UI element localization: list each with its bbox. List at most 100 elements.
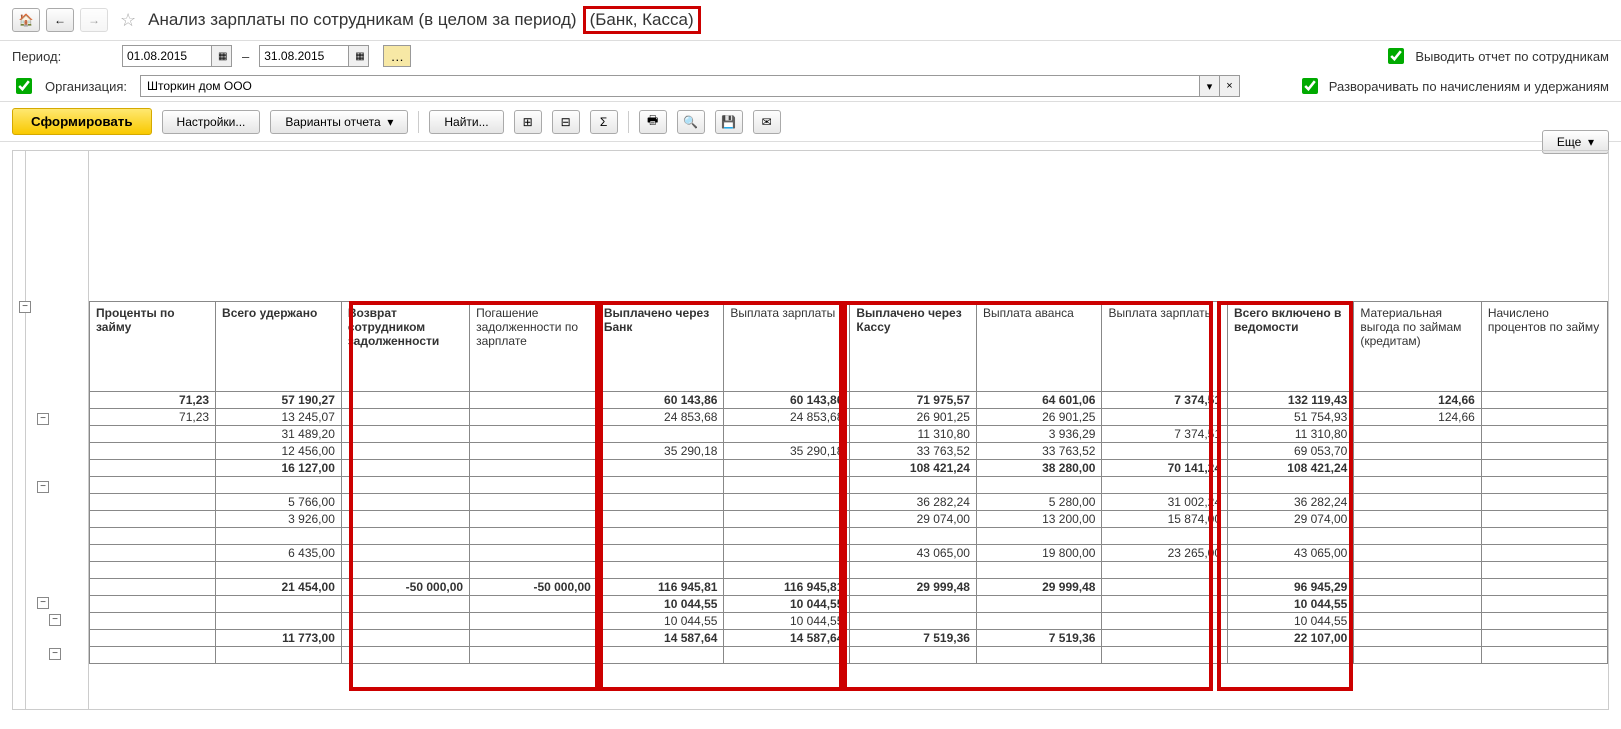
table-row[interactable]: [90, 528, 1608, 545]
cell: 23 265,00: [1102, 545, 1228, 562]
cell: [1102, 647, 1228, 664]
cell: 5 280,00: [976, 494, 1102, 511]
expand-all-icon[interactable]: ⊞: [514, 110, 542, 134]
report-grid[interactable]: − − − − − − Проценты по займуВсего удерж…: [12, 150, 1609, 710]
cell: 35 290,18: [724, 443, 850, 460]
cell: [1481, 511, 1607, 528]
cell: [470, 545, 598, 562]
period-to-input[interactable]: [259, 45, 349, 67]
cell: [470, 613, 598, 630]
tree-toggle[interactable]: −: [49, 648, 61, 660]
cell: [1354, 494, 1482, 511]
table-row[interactable]: 6 435,0043 065,0019 800,0023 265,0043 06…: [90, 545, 1608, 562]
print-icon[interactable]: 🖶: [639, 110, 667, 134]
tree-toggle[interactable]: −: [49, 614, 61, 626]
period-from-input[interactable]: [122, 45, 212, 67]
table-row[interactable]: 10 044,5510 044,5510 044,55: [90, 596, 1608, 613]
cell: [1481, 596, 1607, 613]
page-title-suffix: (Банк, Касса): [583, 6, 701, 34]
by-employees-checkbox[interactable]: [1388, 48, 1404, 64]
cell: [341, 511, 469, 528]
home-button[interactable]: 🏠: [12, 8, 40, 32]
cell: 10 044,55: [597, 613, 724, 630]
form-button[interactable]: Сформировать: [12, 108, 152, 135]
cell: [1481, 647, 1607, 664]
cell: 29 074,00: [1228, 511, 1354, 528]
preview-icon[interactable]: 🔍: [677, 110, 705, 134]
org-clear-button[interactable]: ×: [1220, 75, 1240, 97]
cell: 29 074,00: [850, 511, 977, 528]
table-row[interactable]: 16 127,00108 421,2438 280,0070 141,24108…: [90, 460, 1608, 477]
cell: 33 763,52: [976, 443, 1102, 460]
cell: 51 754,93: [1228, 409, 1354, 426]
sum-icon[interactable]: Σ: [590, 110, 618, 134]
table-row[interactable]: 71,2357 190,2760 143,8660 143,8671 975,5…: [90, 392, 1608, 409]
cell: [1354, 460, 1482, 477]
cell: [470, 494, 598, 511]
cell: [341, 630, 469, 647]
cell: [724, 528, 850, 545]
org-checkbox[interactable]: [16, 78, 32, 94]
table-row[interactable]: 21 454,00-50 000,00-50 000,00116 945,811…: [90, 579, 1608, 596]
expand-checkbox[interactable]: [1302, 78, 1318, 94]
column-header: Выплата зарплаты: [724, 302, 850, 392]
email-icon[interactable]: ✉: [753, 110, 781, 134]
forward-button[interactable]: →: [80, 8, 108, 32]
collapse-all-icon[interactable]: ⊟: [552, 110, 580, 134]
cell: 7 374,51: [1102, 426, 1228, 443]
cell: [597, 647, 724, 664]
cell: [90, 545, 216, 562]
cell: [1228, 528, 1354, 545]
tree-toggle[interactable]: −: [19, 301, 31, 313]
table-row[interactable]: [90, 647, 1608, 664]
table-row[interactable]: 10 044,5510 044,5510 044,55: [90, 613, 1608, 630]
org-label: Организация:: [45, 79, 130, 94]
column-header: Материальная выгода по займам (кредитам): [1354, 302, 1482, 392]
cell: [1481, 545, 1607, 562]
cell: 108 421,24: [850, 460, 977, 477]
table-row[interactable]: 11 773,0014 587,6414 587,647 519,367 519…: [90, 630, 1608, 647]
settings-button[interactable]: Настройки...: [162, 110, 261, 134]
find-button[interactable]: Найти...: [429, 110, 503, 134]
calendar-to-icon[interactable]: ▦: [349, 45, 369, 67]
period-select-button[interactable]: …: [383, 45, 411, 67]
org-dropdown-button[interactable]: ▾: [1200, 75, 1220, 97]
variants-button[interactable]: Варианты отчета ▾: [270, 110, 408, 134]
cell: [1481, 528, 1607, 545]
org-input[interactable]: [140, 75, 1200, 97]
tree-toggle[interactable]: −: [37, 481, 49, 493]
tree-toggle[interactable]: −: [37, 597, 49, 609]
table-row[interactable]: 31 489,2011 310,803 936,297 374,5111 310…: [90, 426, 1608, 443]
cell: [850, 596, 977, 613]
table-row[interactable]: 5 766,0036 282,245 280,0031 002,2436 282…: [90, 494, 1608, 511]
column-header: Выплачено через Банк: [597, 302, 724, 392]
back-button[interactable]: ←: [46, 8, 74, 32]
calendar-from-icon[interactable]: ▦: [212, 45, 232, 67]
cell: [724, 477, 850, 494]
favorite-star-icon[interactable]: ☆: [114, 10, 142, 31]
cell: [976, 596, 1102, 613]
cell: [1102, 443, 1228, 460]
expand-label: Разворачивать по начислениям и удержания…: [1329, 79, 1609, 94]
period-dash: –: [242, 49, 249, 64]
cell: [724, 562, 850, 579]
cell: [1102, 596, 1228, 613]
cell: 43 065,00: [1228, 545, 1354, 562]
cell: [470, 426, 598, 443]
cell: [724, 647, 850, 664]
cell: [1228, 647, 1354, 664]
cell: 14 587,64: [597, 630, 724, 647]
save-icon[interactable]: 💾: [715, 110, 743, 134]
table-row[interactable]: [90, 562, 1608, 579]
table-row[interactable]: 71,2313 245,0724 853,6824 853,6826 901,2…: [90, 409, 1608, 426]
cell: 31 002,24: [1102, 494, 1228, 511]
tree-toggle[interactable]: −: [37, 413, 49, 425]
table-row[interactable]: 12 456,0035 290,1835 290,1833 763,5233 7…: [90, 443, 1608, 460]
cell: [341, 647, 469, 664]
cell: 57 190,27: [216, 392, 342, 409]
table-row[interactable]: 3 926,0029 074,0013 200,0015 874,0029 07…: [90, 511, 1608, 528]
cell: 13 200,00: [976, 511, 1102, 528]
column-header: Выплата аванса: [976, 302, 1102, 392]
cell: [90, 511, 216, 528]
table-row[interactable]: [90, 477, 1608, 494]
